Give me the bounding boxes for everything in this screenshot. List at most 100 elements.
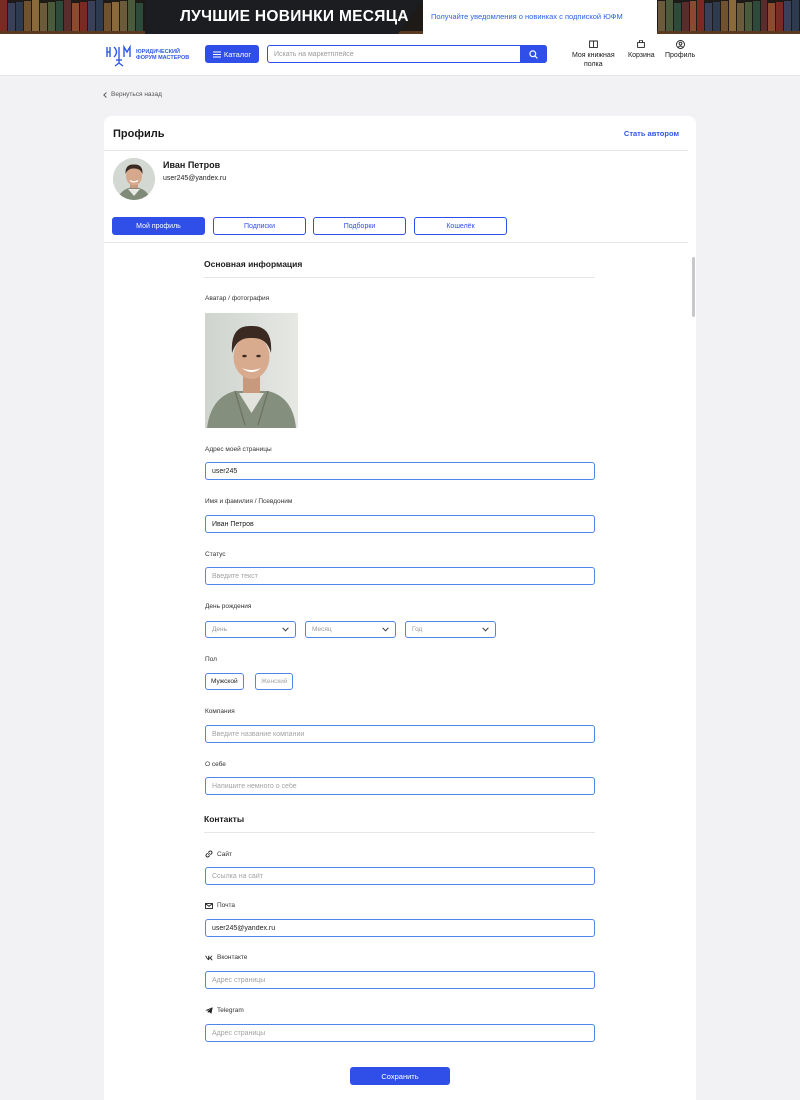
back-link-label: Вернуться назад (111, 91, 162, 98)
telegram-label: Telegram (205, 1007, 244, 1014)
book-spine-decoration (776, 2, 784, 34)
mail-label: Почта (205, 902, 235, 909)
logo-icon (106, 44, 131, 67)
book-spine-decoration (713, 2, 721, 34)
book-spine-decoration (760, 0, 768, 34)
site-header: ЮРИДИЧЕСКИЙ ФОРУМ МАСТЕРОВ Каталог Моя к… (0, 34, 800, 76)
site-logo[interactable]: ЮРИДИЧЕСКИЙ ФОРУМ МАСТЕРОВ (105, 43, 195, 67)
book-spine-decoration (72, 3, 79, 34)
logo-text-line2: ФОРУМ МАСТЕРОВ (136, 55, 190, 61)
book-spine-decoration (792, 0, 800, 34)
mail-field[interactable] (205, 919, 595, 937)
vk-label: Вконтакте (205, 954, 247, 961)
book-spine-decoration (80, 2, 87, 34)
promo-banner[interactable]: ЛУЧШИЕ НОВИНКИ МЕСЯЦА Получайте уведомле… (0, 0, 800, 34)
book-spine-decoration (88, 1, 95, 34)
month-select[interactable]: Месяц (305, 621, 396, 638)
book-spine-decoration (56, 1, 63, 34)
book-spine-decoration (729, 0, 736, 34)
banner-subscribe-link[interactable]: Получайте уведомления о новинках с подпи… (423, 0, 657, 34)
nav-bookshelf[interactable]: Моя книжная полка (572, 40, 615, 69)
search-button[interactable] (520, 45, 547, 63)
status-field[interactable] (205, 567, 595, 585)
gender-female-option[interactable]: Женский (255, 673, 294, 690)
about-label: О себе (205, 761, 226, 768)
book-spine-decoration (736, 3, 744, 34)
tab-collections[interactable]: Подборки (313, 217, 406, 235)
avatar-image (113, 158, 155, 200)
book-spine-decoration (658, 1, 665, 34)
about-field[interactable] (205, 777, 595, 795)
nav-bookshelf-label-line1: Моя книжная (572, 52, 615, 59)
gender-male-option[interactable]: Мужской (205, 673, 244, 690)
bookshelf-decoration-left (0, 0, 145, 34)
vk-field[interactable] (205, 971, 595, 989)
nav-cart[interactable]: Корзина (628, 40, 655, 60)
telegram-label-text: Telegram (217, 1007, 244, 1014)
birthday-label: День рождения (205, 603, 252, 610)
catalog-button[interactable]: Каталог (205, 45, 259, 63)
nav-bookshelf-label-line2: полка (583, 61, 603, 68)
company-label: Компания (205, 708, 235, 715)
section-title-main-info: Основная информация (204, 259, 303, 269)
search-input[interactable] (268, 46, 520, 62)
book-spine-decoration (8, 3, 15, 34)
bookshelf-decoration-right (658, 0, 800, 34)
avatar-photo[interactable] (205, 313, 298, 428)
avatar-photo-image (205, 313, 298, 428)
mail-icon (205, 902, 213, 909)
year-select-value: Год (412, 626, 423, 633)
name-label: Имя и фамилия / Псевдоним (205, 498, 293, 505)
banner-title: ЛУЧШИЕ НОВИНКИ МЕСЯЦА (145, 0, 423, 34)
status-label: Статус (205, 551, 226, 558)
year-select[interactable]: Год (405, 621, 496, 638)
page-title: Профиль (113, 128, 165, 140)
book-spine-decoration (32, 0, 39, 34)
book-spine-decoration (697, 0, 705, 34)
contacts-divider (204, 832, 595, 833)
book-spine-decoration (768, 3, 776, 34)
book-spine-decoration (752, 1, 760, 34)
tab-wallet[interactable]: Кошелёк (414, 217, 507, 235)
book-spine-decoration (744, 2, 752, 34)
book-spine-decoration (784, 1, 792, 34)
book-spine-decoration (96, 0, 103, 34)
site-field[interactable] (205, 867, 595, 885)
profile-card: Профиль Стать автором Иван Петров user24… (104, 116, 696, 1100)
site-label-text: Сайт (217, 850, 232, 858)
back-link[interactable]: Вернуться назад (103, 91, 162, 98)
day-select[interactable]: День (205, 621, 296, 638)
book-spine-decoration (705, 3, 713, 34)
name-field[interactable] (205, 515, 595, 533)
gender-label: Пол (205, 656, 217, 663)
tabs-divider (104, 242, 688, 243)
become-author-link[interactable]: Стать автором (624, 129, 679, 138)
telegram-field[interactable] (205, 1024, 595, 1042)
scrollbar-thumb[interactable] (692, 257, 695, 317)
section-title-contacts: Контакты (204, 814, 245, 824)
book-spine-decoration (136, 3, 143, 34)
book-spine-decoration (64, 0, 71, 34)
user-icon (675, 40, 685, 49)
telegram-icon (205, 1007, 213, 1014)
book-spine-decoration (681, 2, 689, 34)
save-button[interactable]: Сохранить (350, 1067, 450, 1085)
site-label: Сайт (205, 850, 232, 858)
catalog-button-label: Каталог (223, 49, 252, 59)
chevron-down-icon (482, 627, 489, 632)
book-spine-decoration (120, 1, 127, 34)
book-spine-decoration (721, 1, 729, 34)
banner-content: ЛУЧШИЕ НОВИНКИ МЕСЯЦА Получайте уведомле… (145, 0, 657, 34)
company-field[interactable] (205, 725, 595, 743)
book-icon (588, 40, 598, 48)
chevron-down-icon (282, 627, 289, 632)
day-select-value: День (212, 626, 227, 633)
nav-profile-label: Профиль (665, 52, 696, 59)
vk-icon (205, 955, 213, 960)
nav-profile[interactable]: Профиль (665, 40, 695, 60)
book-spine-decoration (40, 3, 47, 34)
chevron-left-icon (103, 91, 107, 98)
tab-subscriptions[interactable]: Подписки (213, 217, 306, 235)
page-address-field[interactable] (205, 462, 595, 480)
tab-my-profile[interactable]: Мой профиль (112, 217, 205, 235)
